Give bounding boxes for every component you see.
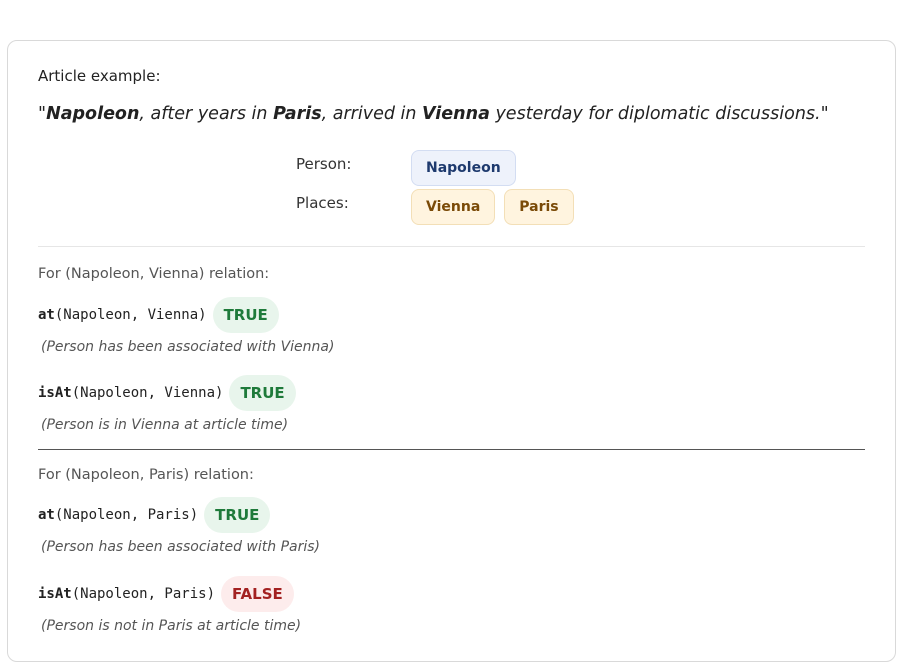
relation-fn: isAt xyxy=(38,385,72,401)
result-badge: TRUE xyxy=(229,375,296,411)
section-divider xyxy=(38,449,865,450)
article-label: Article example: xyxy=(38,67,161,85)
person-row: Person: Napoleon xyxy=(296,150,525,186)
relation-expression: at(Napoleon, Paris) xyxy=(38,507,198,523)
relation-fn: at xyxy=(38,507,55,523)
relation-note: (Person is not in Paris at article time) xyxy=(41,618,302,634)
section-heading: For (Napoleon, Paris) relation: xyxy=(38,467,254,483)
relation-args: (Napoleon, Paris) xyxy=(71,586,216,602)
result-badge: TRUE xyxy=(212,297,279,333)
person-label: Person: xyxy=(296,155,352,173)
quote-person: Napoleon xyxy=(46,104,140,124)
relation-expression: isAt(Napoleon, Vienna) xyxy=(38,385,223,401)
result-badge: TRUE xyxy=(204,497,271,533)
places-label: Places: xyxy=(296,194,349,212)
example-card: Article example: "Napoleon, after years … xyxy=(7,40,896,662)
quote-place-paris: Paris xyxy=(273,104,322,124)
quote-open: " xyxy=(38,104,47,124)
relation-expression: at(Napoleon, Vienna) xyxy=(38,307,207,323)
quote-text-2: , arrived in xyxy=(321,104,423,124)
relation-fn: isAt xyxy=(38,586,72,602)
article-quote: "Napoleon, after years in Paris, arrived… xyxy=(38,104,868,124)
relation-row: at(Napoleon, Paris) TRUE xyxy=(38,497,271,533)
place-chip-vienna: Vienna xyxy=(411,189,496,225)
divider xyxy=(38,246,865,247)
quote-text-3: yesterday for diplomatic discussions." xyxy=(489,104,829,124)
relation-row: isAt(Napoleon, Vienna) TRUE xyxy=(38,375,296,411)
quote-text-1: , after years in xyxy=(139,104,274,124)
relation-note: (Person has been associated with Vienna) xyxy=(41,339,335,355)
result-badge: FALSE xyxy=(221,576,294,612)
relation-args: (Napoleon, Vienna) xyxy=(54,307,207,323)
person-chip: Napoleon xyxy=(411,150,516,186)
quote-place-vienna: Vienna xyxy=(422,104,490,124)
relation-fn: at xyxy=(38,307,55,323)
relation-note: (Person has been associated with Paris) xyxy=(41,539,321,555)
relation-note: (Person is in Vienna at article time) xyxy=(41,417,289,433)
relation-row: at(Napoleon, Vienna) TRUE xyxy=(38,297,279,333)
place-chip-paris: Paris xyxy=(504,189,574,225)
section-heading: For (Napoleon, Vienna) relation: xyxy=(38,266,270,282)
relation-row: isAt(Napoleon, Paris) FALSE xyxy=(38,576,294,612)
relation-args: (Napoleon, Paris) xyxy=(54,507,199,523)
relation-args: (Napoleon, Vienna) xyxy=(71,385,224,401)
places-row: Places: Vienna Paris xyxy=(296,189,583,225)
relation-expression: isAt(Napoleon, Paris) xyxy=(38,586,215,602)
